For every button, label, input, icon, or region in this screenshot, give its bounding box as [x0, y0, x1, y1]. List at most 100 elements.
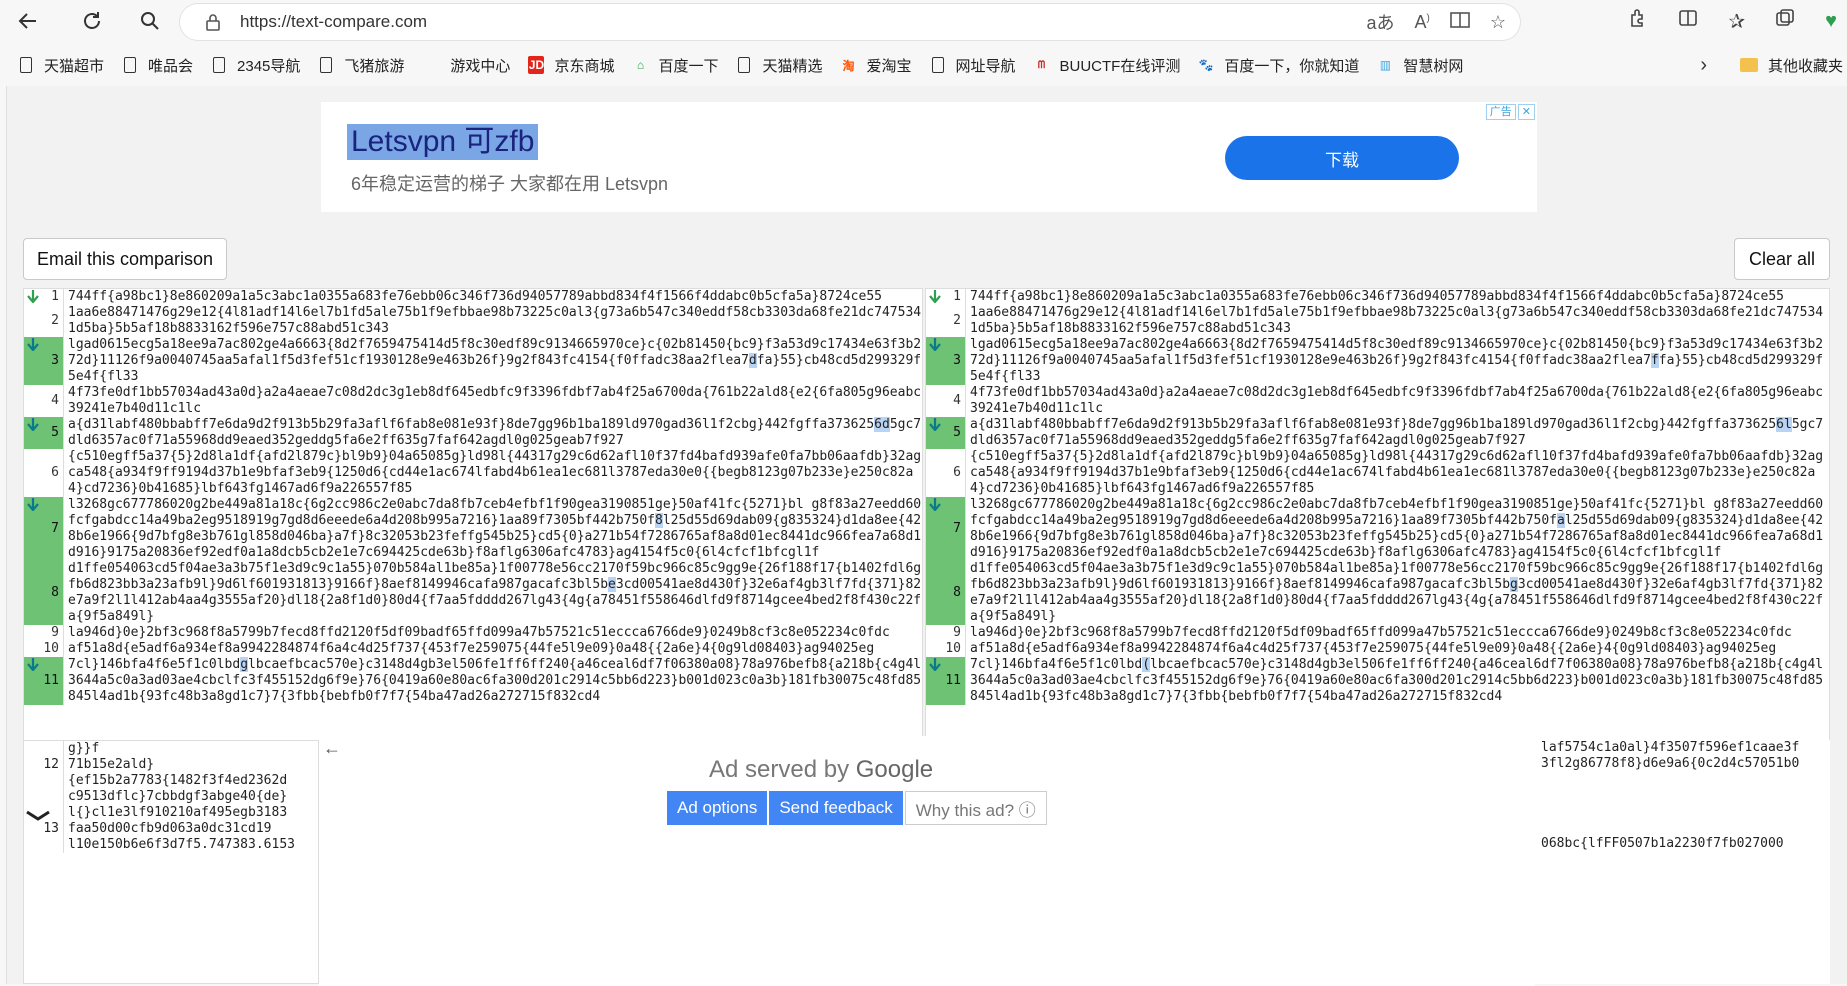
- line-text[interactable]: la946d}0e}2bf3c968f8a5799b7fecd8ffd2120f…: [64, 625, 922, 641]
- diff-line[interactable]: 1 744ff{a98bc1}8e860209a1a5c3abc1a0355a68…: [24, 289, 922, 305]
- diff-line[interactable]: 5 a{d31labf480bbabff7e6da9d2f913b5b29fa3a…: [926, 417, 1829, 449]
- merge-arrow-icon[interactable]: [24, 417, 42, 449]
- url-text[interactable]: https://text-compare.com: [240, 12, 427, 32]
- read-aloud-icon[interactable]: aあ: [1366, 9, 1394, 35]
- ad-title[interactable]: Letsvpn 可zfb: [347, 124, 539, 160]
- bookmark-item[interactable]: JD 京东商城: [528, 55, 614, 76]
- split-screen-icon[interactable]: [1450, 11, 1470, 34]
- extensions-icon[interactable]: [1628, 8, 1648, 34]
- bookmark-item[interactable]: ▥ 智慧树网: [1377, 55, 1464, 76]
- line-text[interactable]: {c510egff5a37{5}2d8la1df{afd2l879c}bl9b9…: [64, 449, 922, 497]
- merge-arrow-icon[interactable]: [926, 417, 944, 449]
- favorite-star-icon[interactable]: ☆: [1490, 12, 1506, 33]
- diff-line[interactable]: {ef15b2a7783{1482f3f4ed2362d: [24, 773, 318, 789]
- refresh-icon[interactable]: [74, 3, 110, 39]
- search-icon[interactable]: [132, 3, 168, 39]
- split-view-icon[interactable]: [1678, 8, 1698, 34]
- diff-line[interactable]: l10e150b6e6f3d7f5.747383.6153: [24, 837, 318, 853]
- diff-line[interactable]: 7 l3268gc677786020g2be449a81a18c{6g2cc986…: [24, 497, 922, 561]
- ad-badge[interactable]: 广告 ✕: [1485, 104, 1535, 120]
- line-text[interactable]: 744ff{a98bc1}8e860209a1a5c3abc1a0355a683…: [64, 289, 922, 305]
- line-text[interactable]: a{d31labf480bbabff7e6da9d2f913b5b29fa3af…: [966, 417, 1829, 449]
- diff-line[interactable]: 1 744ff{a98bc1}8e860209a1a5c3abc1a0355a68…: [926, 289, 1829, 305]
- close-icon[interactable]: ✕: [1517, 104, 1535, 120]
- bookmark-item[interactable]: 淘爱淘宝: [840, 55, 911, 76]
- diff-line[interactable]: 2 1aa6e88471476g29e12{4l81adf14l6el7b1fd5…: [926, 305, 1829, 337]
- diff-line[interactable]: 4 4f73fe0df1bb57034ad43a0d}a2a4aeae7c08d2…: [24, 385, 922, 417]
- line-text[interactable]: 1aa6e88471476g29e12{4l81adf14l6el7b1fd5a…: [64, 305, 922, 337]
- lock-icon[interactable]: [204, 13, 222, 31]
- diff-line[interactable]: 9 la946d}0e}2bf3c968f8a5799b7fecd8ffd2120…: [926, 625, 1829, 641]
- line-text[interactable]: d1ffe054063cd5f04ae3a3b75f1e3d9c9c1a55}0…: [966, 561, 1829, 625]
- back-icon[interactable]: [10, 3, 46, 39]
- why-this-ad-button[interactable]: Why this ad? ⓘ: [904, 791, 1047, 825]
- line-text[interactable]: af51a8d{e5adf6a934ef8a9942284874f6a4c4d2…: [64, 641, 922, 657]
- diff-line[interactable]: 6 {c510egff5a37{5}2d8la1df{afd2l879c}bl9b…: [926, 449, 1829, 497]
- other-bookmarks[interactable]: 其他收藏夹: [1739, 46, 1847, 84]
- diff-line[interactable]: 3 lgad0615ecg5a18ee9a7ac802ge4a6663{8d2f7…: [926, 337, 1829, 385]
- ad-download-button[interactable]: 下载: [1225, 136, 1459, 180]
- merge-arrow-icon[interactable]: [926, 497, 944, 561]
- bookmark-item[interactable]: 🐾 百度一下，你就知道: [1198, 55, 1360, 76]
- merge-arrow-icon[interactable]: [24, 289, 42, 305]
- line-text[interactable]: 744ff{a98bc1}8e860209a1a5c3abc1a0355a683…: [966, 289, 1829, 305]
- diff-line[interactable]: 8 d1ffe054063cd5f04ae3a3b75f1e3d9c9c1a55}…: [926, 561, 1829, 625]
- merge-arrow-icon[interactable]: [24, 657, 42, 705]
- email-comparison-button[interactable]: Email this comparison: [23, 238, 227, 280]
- line-text[interactable]: lgad0615ecg5a18ee9a7ac802ge4a6663{8d2f76…: [966, 337, 1829, 385]
- diff-line[interactable]: 10 af51a8d{e5adf6a934ef8a9942284874f6a4c4…: [24, 641, 922, 657]
- merge-arrow-icon[interactable]: [24, 337, 42, 385]
- font-icon[interactable]: A): [1415, 12, 1430, 33]
- address-bar[interactable]: https://text-compare.com aあ A) ☆: [180, 4, 1520, 40]
- bookmark-item[interactable]: 游戏中心: [450, 55, 510, 76]
- line-text[interactable]: 7cl}146bfa4f6e5f1c0lbdglbcaefbcac570e}c3…: [64, 657, 922, 705]
- diff-line[interactable]: 10 af51a8d{e5adf6a934ef8a9942284874f6a4c4…: [926, 641, 1829, 657]
- diff-line[interactable]: l{}cl1e3lf910210af495egb3183: [24, 805, 318, 821]
- diff-line[interactable]: 11 7cl}146bfa4f6e5f1c0lbdglbcaefbcac570e}…: [24, 657, 922, 705]
- chevron-right-icon[interactable]: ›: [1700, 46, 1707, 84]
- bookmark-item[interactable]: 天猫精选: [736, 55, 822, 76]
- diff-line[interactable]: 13 faa50d00cfb9d063a0dc31cd19: [24, 821, 318, 837]
- line-text[interactable]: 1aa6e88471476g29e12{4l81adf14l6el7b1fd5a…: [966, 305, 1829, 337]
- diff-line[interactable]: 8 d1ffe054063cd5f04ae3a3b75f1e3d9c9c1a55}…: [24, 561, 922, 625]
- line-text[interactable]: l3268gc677786020g2be449a81a18c{6g2cc986c…: [966, 497, 1829, 561]
- ad-options-button[interactable]: Ad options: [667, 791, 768, 825]
- merge-arrow-icon[interactable]: [24, 497, 42, 561]
- diff-line[interactable]: 4 4f73fe0df1bb57034ad43a0d}a2a4aeae7c08d2…: [926, 385, 1829, 417]
- bookmark-item[interactable]: ᗰ BUUCTF在线评测: [1034, 55, 1180, 76]
- favorites-icon[interactable]: ✰: [1728, 9, 1745, 34]
- collections-icon[interactable]: [1775, 8, 1795, 34]
- diff-line[interactable]: 3 lgad0615ecg5a18ee9a7ac802ge4a6663{8d2f7…: [24, 337, 922, 385]
- line-text[interactable]: {c510egff5a37{5}2d8la1df{afd2l879c}bl9b9…: [966, 449, 1829, 497]
- chevron-down-icon[interactable]: [23, 806, 59, 836]
- line-text[interactable]: d1ffe054063cd5f04ae3a3b75f1e3d9c9c1a55}0…: [64, 561, 922, 625]
- bookmark-item[interactable]: 唯品会: [122, 55, 193, 76]
- bookmark-item[interactable]: 网址导航: [930, 55, 1016, 76]
- merge-arrow-icon[interactable]: [926, 657, 944, 705]
- diff-line[interactable]: 7 l3268gc677786020g2be449a81a18c{6g2cc986…: [926, 497, 1829, 561]
- bookmark-item[interactable]: 2345导航: [211, 55, 300, 76]
- diff-line[interactable]: 6 {c510egff5a37{5}2d8la1df{afd2l879c}bl9b…: [24, 449, 922, 497]
- bookmark-item[interactable]: 天猫超市: [18, 55, 104, 76]
- merge-arrow-icon[interactable]: [926, 337, 944, 385]
- diff-line[interactable]: 9 la946d}0e}2bf3c968f8a5799b7fecd8ffd2120…: [24, 625, 922, 641]
- clear-all-button[interactable]: Clear all: [1734, 238, 1830, 280]
- bookmark-item[interactable]: 飞猪旅游: [318, 55, 404, 76]
- performance-icon[interactable]: ♥: [1825, 10, 1837, 33]
- diff-line[interactable]: c9513dflc}7cbbdgf3abge40{de}: [24, 789, 318, 805]
- send-feedback-button[interactable]: Send feedback: [769, 791, 903, 825]
- line-text[interactable]: l3268gc677786020g2be449a81a18c{6g2cc986c…: [64, 497, 922, 561]
- diff-line[interactable]: g}}f: [24, 741, 318, 757]
- line-text[interactable]: af51a8d{e5adf6a934ef8a9942284874f6a4c4d2…: [966, 641, 1829, 657]
- line-text[interactable]: lgad0615ecg5a18ee9a7ac802ge4a6663{8d2f76…: [64, 337, 922, 385]
- line-text[interactable]: a{d31labf480bbabff7e6da9d2f913b5b29fa3af…: [64, 417, 922, 449]
- line-text[interactable]: 4f73fe0df1bb57034ad43a0d}a2a4aeae7c08d2d…: [64, 385, 922, 417]
- diff-line[interactable]: 2 1aa6e88471476g29e12{4l81adf14l6el7b1fd5…: [24, 305, 922, 337]
- line-text[interactable]: 7cl}146bfa4f6e5f1c0lbd(lbcaefbcac570e}c3…: [966, 657, 1829, 705]
- diff-line[interactable]: 12 71b15e2ald}: [24, 757, 318, 773]
- line-text[interactable]: 4f73fe0df1bb57034ad43a0d}a2a4aeae7c08d2d…: [966, 385, 1829, 417]
- line-text[interactable]: la946d}0e}2bf3c968f8a5799b7fecd8ffd2120f…: [966, 625, 1829, 641]
- diff-line[interactable]: 11 7cl}146bfa4f6e5f1c0lbd(lbcaefbcac570e}…: [926, 657, 1829, 705]
- bookmark-item[interactable]: ⌂ 百度一下: [632, 55, 719, 76]
- merge-arrow-icon[interactable]: [926, 289, 944, 305]
